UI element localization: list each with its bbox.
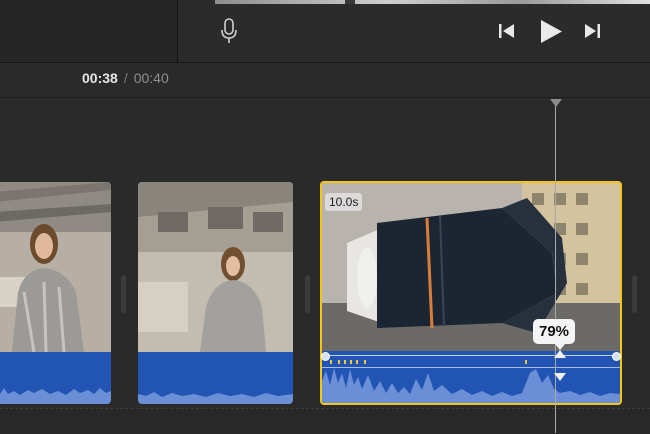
playhead-line[interactable] [555, 100, 556, 433]
skip-to-end-icon[interactable] [582, 22, 602, 40]
volume-up-arrow-icon[interactable] [554, 350, 566, 358]
total-duration: 00:40 [133, 70, 169, 86]
current-time: 00:38 [82, 70, 118, 86]
volume-percent-badge: 79% [533, 319, 576, 350]
viewer-controls-bar [0, 0, 650, 63]
clip-audio-waveform [138, 352, 293, 404]
playhead-marker-icon[interactable] [550, 99, 562, 107]
clip-thumbnail [0, 182, 111, 352]
timecode-display: 00:38 / 00:40 [82, 70, 169, 86]
microphone-icon[interactable] [219, 18, 239, 44]
volume-level-guide [322, 367, 620, 368]
play-icon[interactable] [538, 19, 564, 44]
timeline-divider [0, 97, 650, 98]
fade-in-handle[interactable] [321, 352, 330, 361]
viewer-left-panel [0, 0, 178, 62]
timeline-clip-woman-1[interactable] [0, 182, 111, 404]
clip-duration-badge: 10.0s [325, 193, 363, 211]
timecode-separator: / [123, 70, 128, 86]
clip-audio-waveform [322, 351, 620, 403]
volume-level-line[interactable] [322, 355, 620, 356]
skip-to-start-icon[interactable] [497, 22, 517, 40]
clip-trim-handle[interactable] [121, 275, 126, 313]
clip-trim-handle[interactable] [632, 275, 637, 313]
clip-thumbnail [322, 183, 620, 353]
timeline-clip-woman-2[interactable] [138, 182, 293, 404]
timeline-clip-lens-selected[interactable] [320, 181, 622, 405]
video-preview-edge [215, 0, 650, 4]
fade-out-handle[interactable] [612, 352, 621, 361]
timeline-lower-track [0, 408, 650, 434]
clip-thumbnail [138, 182, 293, 352]
clip-audio-waveform [0, 352, 111, 404]
clip-trim-handle[interactable] [305, 275, 310, 313]
volume-down-arrow-icon[interactable] [554, 373, 566, 381]
